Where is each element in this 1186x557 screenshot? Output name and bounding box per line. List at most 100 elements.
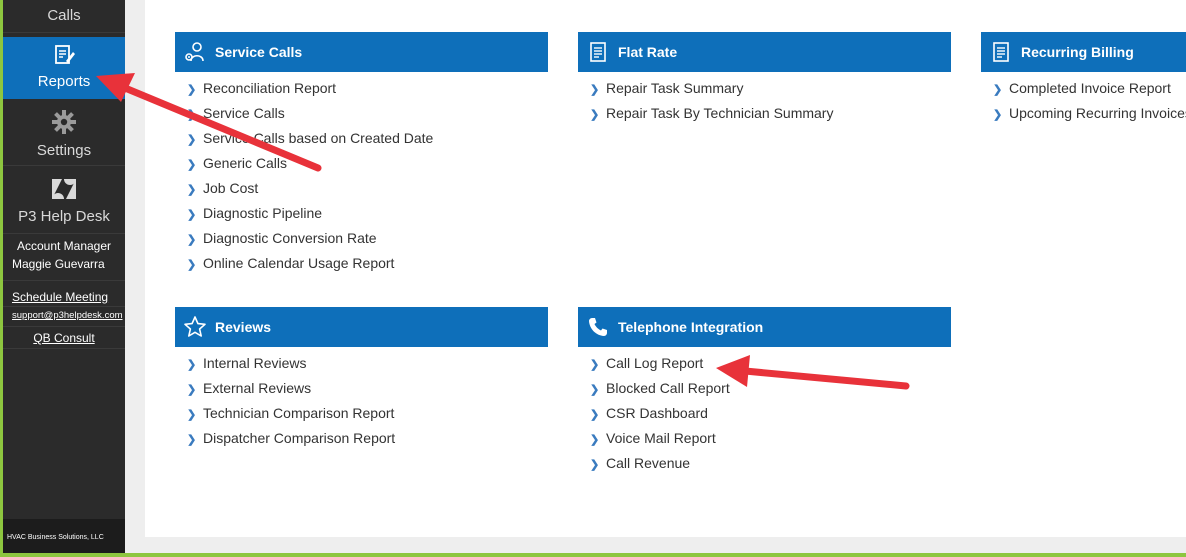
- chevron-right-icon: ❯: [590, 359, 600, 371]
- chevron-right-icon: ❯: [993, 84, 1003, 96]
- list-item[interactable]: ❯ External Reviews: [187, 380, 395, 405]
- report-link[interactable]: Blocked Call Report: [606, 380, 730, 396]
- report-edit-icon: [52, 43, 76, 72]
- gear-icon: [51, 109, 77, 140]
- list-item[interactable]: ❯ Blocked Call Report: [590, 380, 730, 405]
- chevron-right-icon: ❯: [590, 384, 600, 396]
- bottom-accent-bar: [0, 553, 1186, 557]
- report-link[interactable]: Diagnostic Pipeline: [203, 205, 322, 221]
- divider: [3, 326, 125, 327]
- report-link[interactable]: Online Calendar Usage Report: [203, 255, 394, 271]
- divider: [3, 306, 125, 307]
- card-header: Flat Rate: [578, 32, 951, 72]
- report-link[interactable]: Diagnostic Conversion Rate: [203, 230, 377, 246]
- chevron-right-icon: ❯: [187, 234, 197, 246]
- report-link[interactable]: Technician Comparison Report: [203, 405, 394, 421]
- divider: [3, 348, 125, 349]
- chevron-right-icon: ❯: [590, 109, 600, 121]
- sidebar-item-label: Reports: [37, 73, 91, 90]
- list-item[interactable]: ❯ Diagnostic Conversion Rate: [187, 230, 433, 255]
- chevron-right-icon: ❯: [187, 134, 197, 146]
- report-link[interactable]: Voice Mail Report: [606, 430, 716, 446]
- card-title: Service Calls: [215, 44, 303, 60]
- report-link[interactable]: External Reviews: [203, 380, 311, 396]
- chevron-right-icon: ❯: [590, 409, 600, 421]
- report-link[interactable]: Service Calls: [203, 105, 285, 121]
- sidebar-item-label: P3 Help Desk: [18, 208, 110, 225]
- card-title: Reviews: [215, 319, 272, 335]
- report-link[interactable]: Completed Invoice Report: [1009, 80, 1171, 96]
- account-manager-title: Account Manager: [16, 239, 112, 253]
- chevron-right-icon: ❯: [187, 434, 197, 446]
- sidebar-item-reports[interactable]: Reports: [3, 37, 125, 99]
- list-item[interactable]: ❯ Diagnostic Pipeline: [187, 205, 433, 230]
- sidebar-item-settings[interactable]: Settings: [3, 101, 125, 166]
- list-item[interactable]: ❯ Job Cost: [187, 180, 433, 205]
- sidebar-item-label: Calls: [47, 7, 81, 24]
- report-link[interactable]: Repair Task By Technician Summary: [606, 105, 833, 121]
- chevron-right-icon: ❯: [590, 434, 600, 446]
- report-link[interactable]: Job Cost: [203, 180, 258, 196]
- chevron-right-icon: ❯: [187, 184, 197, 196]
- card-header: Recurring Billing: [981, 32, 1186, 72]
- list-item[interactable]: ❯ Online Calendar Usage Report: [187, 255, 433, 280]
- report-list: ❯ Reconciliation Report ❯ Service Calls ❯ S…: [187, 80, 433, 280]
- document-icon: [586, 40, 610, 64]
- report-link[interactable]: Generic Calls: [203, 155, 287, 171]
- report-link[interactable]: Dispatcher Comparison Report: [203, 430, 395, 446]
- divider: [3, 280, 125, 281]
- qb-consult-link[interactable]: QB Consult: [3, 331, 125, 345]
- card-header: Telephone Integration: [578, 307, 951, 347]
- report-link[interactable]: Upcoming Recurring Invoices: [1009, 105, 1186, 121]
- card-title: Telephone Integration: [618, 319, 764, 335]
- sidebar-item-helpdesk[interactable]: P3 Help Desk: [3, 168, 125, 234]
- list-item[interactable]: ❯ CSR Dashboard: [590, 405, 730, 430]
- report-link[interactable]: CSR Dashboard: [606, 405, 708, 421]
- report-list: ❯ Repair Task Summary ❯ Repair Task By Tec…: [590, 80, 833, 130]
- company-footer: HVAC Business Solutions, LLC: [3, 519, 125, 557]
- report-link[interactable]: Call Revenue: [606, 455, 690, 471]
- chevron-right-icon: ❯: [187, 409, 197, 421]
- report-link[interactable]: Internal Reviews: [203, 355, 307, 371]
- chevron-right-icon: ❯: [993, 109, 1003, 121]
- sidebar: Calls Reports Settings P3 Help Desk Acco…: [0, 0, 125, 557]
- schedule-meeting-link[interactable]: Schedule Meeting: [3, 290, 125, 304]
- chevron-right-icon: ❯: [187, 84, 197, 96]
- list-item[interactable]: ❯ Technician Comparison Report: [187, 405, 395, 430]
- report-link[interactable]: Service Calls based on Created Date: [203, 130, 433, 146]
- report-list: ❯ Internal Reviews ❯ External Reviews ❯ Tec…: [187, 355, 395, 455]
- list-item[interactable]: ❯ Service Calls based on Created Date: [187, 130, 433, 155]
- list-item[interactable]: ❯ Internal Reviews: [187, 355, 395, 380]
- support-email-link[interactable]: support@p3helpdesk.com: [3, 310, 125, 321]
- card-title: Recurring Billing: [1021, 44, 1134, 60]
- report-link[interactable]: Reconciliation Report: [203, 80, 336, 96]
- sidebar-item-calls[interactable]: Calls: [3, 0, 125, 33]
- list-item[interactable]: ❯ Repair Task By Technician Summary: [590, 105, 833, 130]
- list-item[interactable]: ❯ Repair Task Summary: [590, 80, 833, 105]
- list-item[interactable]: ❯ Voice Mail Report: [590, 430, 730, 455]
- list-item[interactable]: ❯ Generic Calls: [187, 155, 433, 180]
- chevron-right-icon: ❯: [187, 109, 197, 121]
- list-item[interactable]: ❯ Dispatcher Comparison Report: [187, 430, 395, 455]
- card-header: Reviews: [175, 307, 548, 347]
- list-item[interactable]: ❯ Call Log Report: [590, 355, 730, 380]
- list-item[interactable]: ❯ Call Revenue: [590, 455, 730, 480]
- list-item[interactable]: ❯ Reconciliation Report: [187, 80, 433, 105]
- chevron-right-icon: ❯: [187, 209, 197, 221]
- chevron-right-icon: ❯: [590, 84, 600, 96]
- account-manager-name: Maggie Guevarra: [12, 257, 105, 271]
- service-tech-icon: [183, 40, 207, 64]
- list-item[interactable]: ❯ Service Calls: [187, 105, 433, 130]
- sidebar-item-label: Settings: [36, 142, 92, 159]
- report-list: ❯ Completed Invoice Report ❯ Upcoming Recu…: [993, 80, 1186, 130]
- list-item[interactable]: ❯ Completed Invoice Report: [993, 80, 1186, 105]
- chevron-right-icon: ❯: [187, 159, 197, 171]
- report-list: ❯ Call Log Report ❯ Blocked Call Report ❯ C…: [590, 355, 730, 480]
- chevron-right-icon: ❯: [187, 359, 197, 371]
- chevron-right-icon: ❯: [187, 384, 197, 396]
- report-link[interactable]: Repair Task Summary: [606, 80, 743, 96]
- report-link[interactable]: Call Log Report: [606, 355, 703, 371]
- document-icon: [989, 40, 1013, 64]
- chevron-right-icon: ❯: [590, 459, 600, 471]
- list-item[interactable]: ❯ Upcoming Recurring Invoices: [993, 105, 1186, 130]
